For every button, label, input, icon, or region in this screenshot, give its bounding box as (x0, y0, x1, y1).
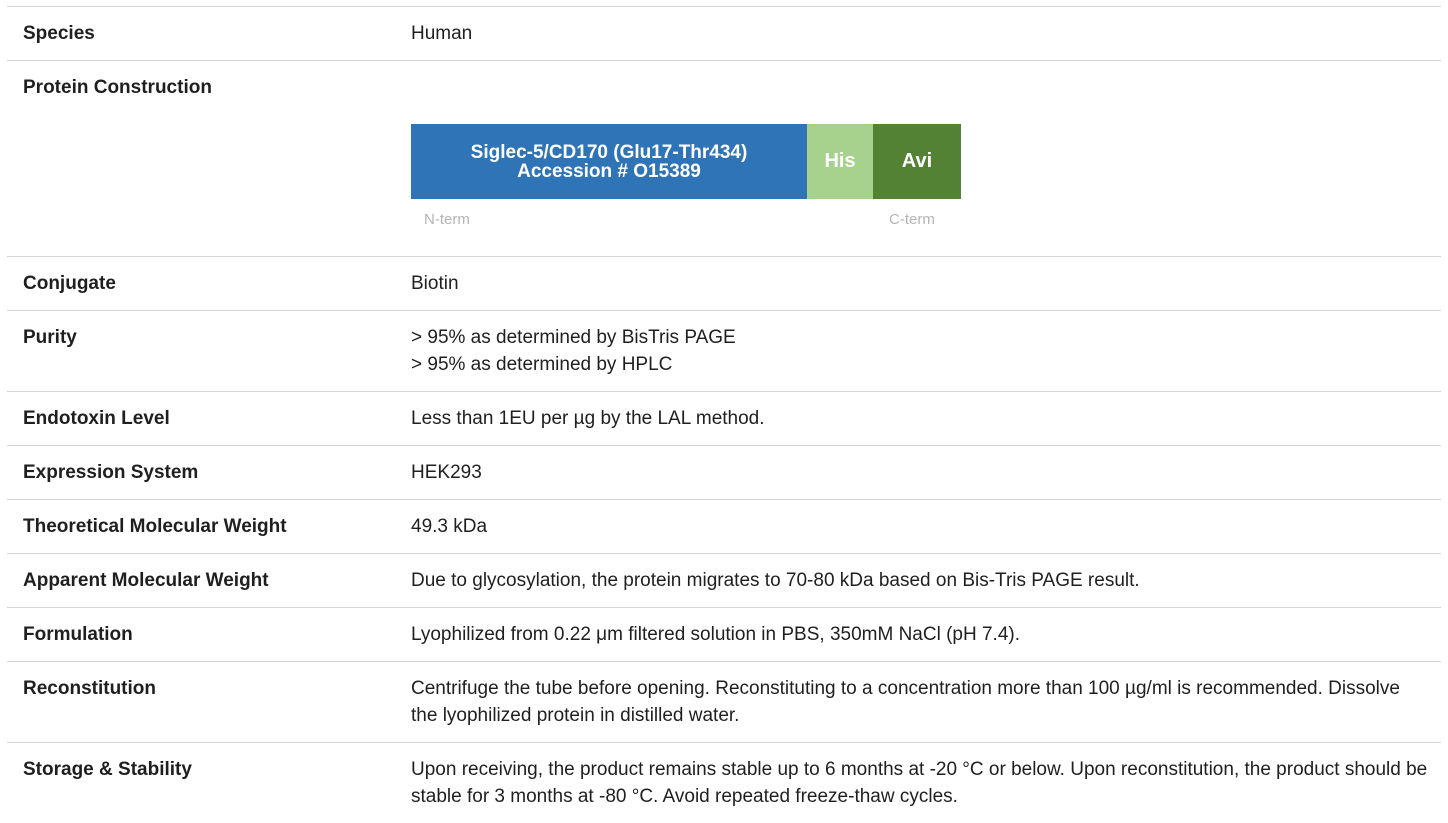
row-value: Lyophilized from 0.22 μm filtered soluti… (411, 621, 1441, 648)
value-line: > 95% as determined by HPLC (411, 354, 673, 375)
row-label: Purity (23, 327, 77, 348)
row-value: Less than 1EU per µg by the LAL method. (411, 405, 1441, 432)
construct-bar: Siglec-5/CD170 (Glu17-Thr434) Accession … (411, 124, 961, 199)
row-label: Expression System (23, 462, 199, 483)
row-purity: Purity > 95% as determined by BisTris PA… (7, 311, 1441, 392)
value-line: Human (411, 23, 473, 44)
row-value: 49.3 kDa (411, 513, 1441, 540)
row-formulation: Formulation Lyophilized from 0.22 μm fil… (7, 608, 1441, 662)
row-storage-stability: Storage & Stability Upon receiving, the … (7, 743, 1441, 823)
row-label: Reconstitution (23, 678, 156, 699)
value-line: Lyophilized from 0.22 μm filtered soluti… (411, 624, 1021, 645)
value-line: HEK293 (411, 462, 482, 483)
row-label: Apparent Molecular Weight (23, 570, 269, 591)
row-species: Species Human (7, 7, 1441, 61)
value-line: 49.3 kDa (411, 516, 488, 537)
row-label: Protein Construction (23, 77, 212, 98)
row-value: Due to glycosylation, the protein migrat… (411, 567, 1441, 594)
value-line: Centrifuge the tube before opening. Reco… (411, 678, 1400, 726)
construct-segment-main: Siglec-5/CD170 (Glu17-Thr434) Accession … (411, 124, 807, 199)
value-line: Less than 1EU per µg by the LAL method. (411, 408, 765, 429)
row-value: > 95% as determined by BisTris PAGE > 95… (411, 324, 1441, 378)
n-term-label: N-term (424, 211, 470, 228)
row-conjugate: Conjugate Biotin (7, 257, 1441, 311)
row-label: Conjugate (23, 273, 116, 294)
protein-construct-diagram: Siglec-5/CD170 (Glu17-Thr434) Accession … (411, 74, 1429, 228)
row-protein-construction: Protein Construction Siglec-5/CD170 (Glu… (7, 61, 1441, 257)
row-reconstitution: Reconstitution Centrifuge the tube befor… (7, 662, 1441, 743)
value-line: > 95% as determined by BisTris PAGE (411, 327, 736, 348)
row-expression-system: Expression System HEK293 (7, 446, 1441, 500)
value-line: Due to glycosylation, the protein migrat… (411, 570, 1140, 591)
row-value: Human (411, 20, 1441, 47)
row-value: Siglec-5/CD170 (Glu17-Thr434) Accession … (411, 74, 1441, 243)
row-value: Biotin (411, 270, 1441, 297)
c-term-label: C-term (889, 211, 935, 228)
row-theoretical-molecular-weight: Theoretical Molecular Weight 49.3 kDa (7, 500, 1441, 554)
row-apparent-molecular-weight: Apparent Molecular Weight Due to glycosy… (7, 554, 1441, 608)
row-label: Theoretical Molecular Weight (23, 516, 287, 537)
value-line: Biotin (411, 273, 459, 294)
construct-main-name: Siglec-5/CD170 (Glu17-Thr434) (470, 141, 748, 163)
row-value: HEK293 (411, 459, 1441, 486)
row-value: Centrifuge the tube before opening. Reco… (411, 675, 1441, 729)
spec-table: Species Human Protein Construction Sigle… (7, 6, 1441, 823)
value-line: Upon receiving, the product remains stab… (411, 759, 1428, 807)
construct-segment-his: His (807, 124, 873, 199)
row-label: Endotoxin Level (23, 408, 170, 429)
row-value: Upon receiving, the product remains stab… (411, 756, 1441, 810)
construct-accession: Accession # O15389 (517, 160, 701, 182)
construct-segment-avi: Avi (873, 124, 961, 199)
row-label: Formulation (23, 624, 133, 645)
row-label: Storage & Stability (23, 759, 192, 780)
row-label: Species (23, 23, 95, 44)
row-endotoxin-level: Endotoxin Level Less than 1EU per µg by … (7, 392, 1441, 446)
